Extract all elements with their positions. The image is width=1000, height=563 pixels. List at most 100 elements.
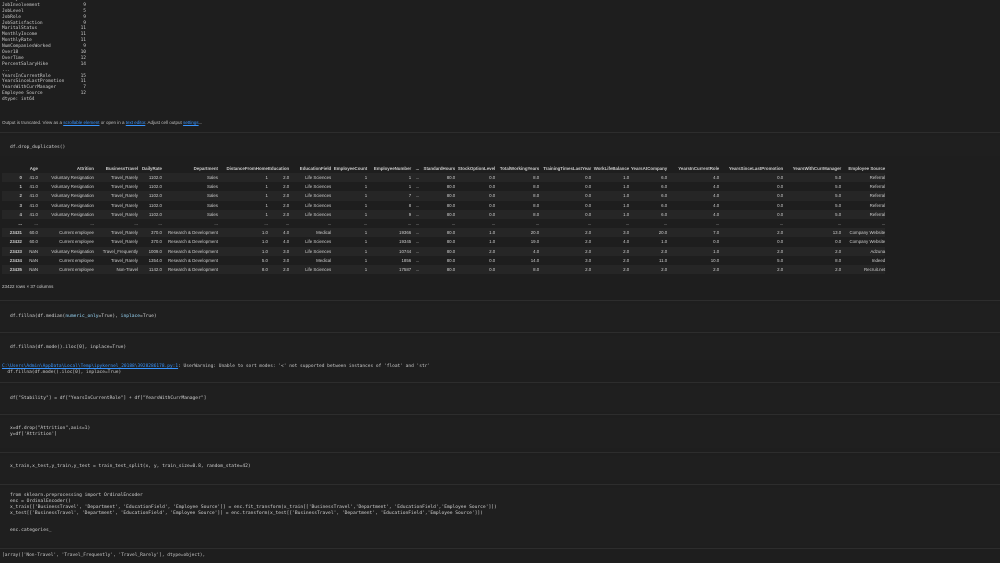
table-cell: ... (663, 221, 668, 227)
table-row: ........................................… (2, 219, 885, 228)
table-cell: 41.0 (22, 209, 38, 219)
code-line[interactable]: x_test[['BusinessTravel', 'Department', … (10, 511, 483, 517)
table-cell: Medical (316, 257, 332, 263)
table-cell: Travel_Rarely (94, 228, 138, 238)
table-cell: 1856 (401, 257, 412, 263)
code-cell-stability[interactable]: df["Stability"] = df["YearsInCurrentRole… (0, 386, 1000, 412)
table-cell: 0.0 (455, 173, 496, 183)
dataframe-table: Age Attrition BusinessTravel DailyRate Depar… (2, 164, 886, 275)
table-cell: 60.0 (29, 239, 38, 245)
table-cell: 1 (331, 173, 368, 183)
warning-output: C:\Users\Admin\AppData\Local\Temp\ipyker… (2, 364, 430, 376)
table-cell: 0.0 (719, 209, 784, 219)
column-header: DailyRate (141, 166, 162, 171)
code-line[interactable]: enc.categories_ (10, 528, 52, 534)
column-header: WorkLifeBalance (593, 166, 630, 171)
table-cell: 370.0 (151, 239, 162, 245)
code-cell-split-xy[interactable]: x=df.drop("Attrition",axis=1) y=df['Attr… (0, 418, 1000, 448)
table-cell: 1.0 (591, 173, 630, 183)
table-cell: ... (134, 221, 138, 227)
code-line[interactable]: df.drop_duplicates() (10, 145, 65, 151)
table-cell: 2.0 (539, 264, 592, 275)
code-cell-drop-duplicates[interactable]: df.drop_duplicates() (0, 136, 1000, 156)
table-cell: 1 (364, 184, 368, 190)
table-cell: 0.0 (455, 191, 496, 201)
table-cell: 2.0 (719, 264, 784, 275)
row-index: 1 (19, 184, 22, 190)
column-header: YearsSinceLastPromotion (728, 166, 784, 171)
warning-path-link[interactable]: C:\Users\Admin\AppData\Local\Temp\ipyker… (2, 364, 178, 369)
column-header: TotalWorkingYears (499, 166, 540, 171)
table-cell: Travel_Rarely (110, 184, 138, 190)
table-cell: 0.0 (585, 202, 592, 208)
table-cell: 41.0 (22, 173, 38, 183)
code-cell-fillna-median[interactable]: df.fillna(df.median(numeric_only=True), … (0, 304, 1000, 330)
table-cell: ... (411, 228, 420, 238)
table-cell: 80.0 (446, 202, 456, 208)
table-cell: 1 (218, 173, 268, 183)
cell-separator (0, 300, 1000, 301)
code-cell-train-test-split[interactable]: x_train,x_test,y_train,y_test = train_te… (0, 456, 1000, 480)
table-cell: 2.0 (719, 246, 784, 256)
code-line[interactable]: y=df['Attrition'] (10, 432, 57, 438)
table-cell: 1009.0 (138, 246, 162, 256)
code-cell-fillna-mode[interactable]: df.fillna(df.mode().iloc[0], inplace=Tru… (0, 336, 1000, 360)
table-cell: 2.0 (539, 228, 592, 238)
table-cell: 1.0 (455, 228, 496, 238)
table-cell: 3.0 (591, 228, 630, 238)
code-line[interactable]: df["Stability"] = df["YearsInCurrentRole… (10, 396, 206, 402)
table-row: 23433 NaN Voluntary Resignation Travel_Freq… (2, 246, 886, 256)
table-cell: 6.0 (661, 202, 668, 208)
code-line[interactable]: x_train,x_test,y_train,y_test = train_te… (10, 464, 251, 470)
table-cell: 80.0 (446, 184, 456, 190)
table-cell: 5.0 (783, 209, 842, 219)
table-row: 23434 NaN Current employee Travel_Rarely 135… (2, 256, 885, 265)
table-cell: 7 (367, 191, 412, 201)
text-editor-link[interactable]: text editor (126, 120, 146, 125)
code-cell-ordinal-encoder[interactable]: from sklearn.preprocessing import Ordina… (0, 488, 1000, 546)
table-cell: 0.0 (455, 209, 496, 219)
scrollable-element-link[interactable]: scrollable element (63, 120, 99, 125)
table-cell: 1 (331, 191, 368, 201)
table-cell: 2.0 (585, 239, 592, 245)
table-cell: Recruit.net (841, 264, 886, 275)
table-cell: Current employee (38, 228, 94, 238)
table-cell: 1 (408, 184, 412, 190)
table-cell: ... (264, 221, 268, 227)
table-cell: 1102.0 (148, 184, 162, 190)
table-cell: 6.0 (629, 209, 668, 219)
table-cell: 8.0 (533, 202, 540, 208)
table-cell: ... (535, 221, 540, 227)
table-cell: 3.0 (585, 257, 592, 263)
table-cell: 19.0 (530, 239, 540, 245)
table-cell: Voluntary Resignation (38, 246, 94, 256)
table-cell: 0.0 (489, 257, 496, 263)
table-cell: ... (411, 264, 420, 275)
settings-link[interactable]: settings (183, 120, 199, 125)
table-cell: ... (34, 221, 38, 227)
table-cell: Voluntary Resignation (51, 184, 94, 190)
table-cell: Sales (207, 202, 218, 208)
cell-separator (0, 548, 1000, 549)
table-cell: Travel_Rarely (94, 191, 138, 201)
table-cell: 1.0 (489, 239, 496, 245)
column-header: StockOptionLevel (457, 166, 496, 171)
table-cell: Referral (869, 184, 886, 190)
table-cell: Voluntary Resignation (51, 202, 94, 208)
table-cell: Current employee (59, 257, 94, 263)
code-line[interactable]: df.fillna(df.median(numeric_only=True), … (10, 314, 157, 320)
table-cell: 8.0 (835, 257, 842, 263)
table-cell: 4.0 (495, 246, 540, 256)
column-header: EducationField (299, 166, 332, 171)
cell-separator (0, 132, 1000, 133)
table-cell: ... (214, 221, 218, 227)
table-cell: 17587 (367, 264, 412, 275)
table-cell: Life Sciences (305, 202, 332, 208)
table-cell: 5.0 (783, 191, 842, 201)
code-line[interactable]: df.fillna(df.mode().iloc[0], inplace=Tru… (10, 345, 126, 351)
table-cell: 2.0 (268, 173, 290, 183)
table-cell: 0.0 (713, 239, 720, 245)
cell-separator (0, 452, 1000, 453)
table-cell: 4.0 (667, 173, 720, 183)
table-cell: 2.0 (629, 264, 668, 275)
